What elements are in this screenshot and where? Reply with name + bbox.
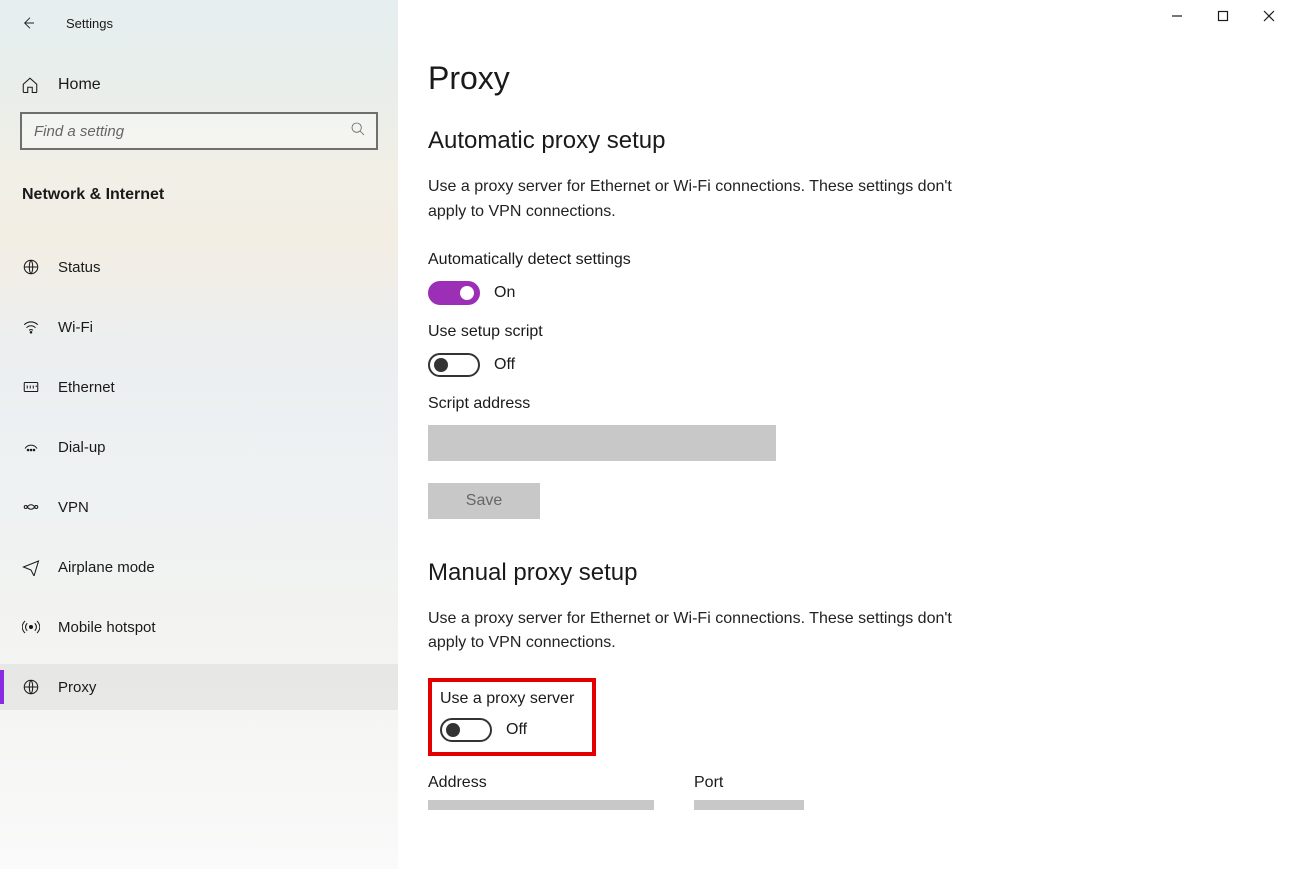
sidebar-item-label: Ethernet (58, 379, 115, 396)
minimize-button[interactable] (1154, 0, 1200, 32)
window-controls (1154, 0, 1292, 32)
sidebar-item-hotspot[interactable]: Mobile hotspot (0, 604, 398, 650)
sidebar-item-label: VPN (58, 499, 89, 516)
proxy-icon (20, 678, 42, 696)
manual-address-row: Address Port (428, 774, 1292, 810)
sidebar-item-label: Airplane mode (58, 559, 155, 576)
manual-address-input[interactable] (428, 800, 654, 810)
sidebar-item-status[interactable]: Status (0, 244, 398, 290)
sidebar-category: Network & Internet (0, 186, 398, 204)
setup-script-toggle-row: Off (428, 353, 1292, 377)
main-content: Proxy Automatic proxy setup Use a proxy … (398, 0, 1292, 869)
close-button[interactable] (1246, 0, 1292, 32)
page-title: Proxy (428, 60, 1292, 97)
sidebar-item-ethernet[interactable]: Ethernet (0, 364, 398, 410)
ethernet-icon (20, 378, 42, 396)
auto-detect-toggle[interactable] (428, 281, 480, 305)
back-button[interactable] (12, 7, 44, 39)
home-label: Home (58, 76, 101, 94)
maximize-button[interactable] (1200, 0, 1246, 32)
setup-script-toggle[interactable] (428, 353, 480, 377)
app-title: Settings (66, 16, 113, 31)
save-button: Save (428, 483, 540, 519)
auto-detect-toggle-row: On (428, 281, 1292, 305)
sidebar-item-label: Status (58, 259, 101, 276)
sidebar-item-label: Dial-up (58, 439, 106, 456)
use-proxy-toggle-row: Off (440, 718, 580, 742)
sidebar-item-wifi[interactable]: Wi-Fi (0, 304, 398, 350)
wifi-icon (20, 318, 42, 336)
use-proxy-state: Off (506, 721, 527, 739)
dialup-icon (20, 438, 42, 456)
manual-section-desc: Use a proxy server for Ethernet or Wi-Fi… (428, 607, 968, 657)
sidebar-item-proxy[interactable]: Proxy (0, 664, 398, 710)
search-box[interactable] (20, 112, 378, 150)
highlight-annotation: Use a proxy server Off (428, 678, 596, 756)
manual-address-label: Address (428, 774, 654, 792)
sidebar: Settings Home Network & Internet Status … (0, 0, 398, 869)
use-proxy-toggle[interactable] (440, 718, 492, 742)
sidebar-item-vpn[interactable]: VPN (0, 484, 398, 530)
auto-section-heading: Automatic proxy setup (428, 127, 1292, 155)
airplane-icon (20, 558, 42, 576)
setup-script-state: Off (494, 356, 515, 374)
minimize-icon (1171, 10, 1183, 22)
sidebar-item-label: Mobile hotspot (58, 619, 156, 636)
auto-section-desc: Use a proxy server for Ethernet or Wi-Fi… (428, 175, 968, 225)
maximize-icon (1217, 10, 1229, 22)
search-input[interactable] (34, 123, 350, 140)
hotspot-icon (20, 618, 42, 636)
home-icon (20, 76, 40, 94)
search-container (0, 94, 398, 150)
titlebar: Settings (0, 0, 398, 36)
status-icon (20, 258, 42, 276)
manual-port-label: Port (694, 774, 804, 792)
setup-script-label: Use setup script (428, 323, 1292, 341)
sidebar-item-label: Proxy (58, 679, 96, 696)
sidebar-nav: Status Wi-Fi Ethernet Dial-up VPN (0, 244, 398, 724)
sidebar-home[interactable]: Home (0, 76, 398, 94)
search-icon (350, 121, 366, 142)
manual-port-input[interactable] (694, 800, 804, 810)
use-proxy-label: Use a proxy server (440, 690, 580, 708)
manual-section-heading: Manual proxy setup (428, 559, 1292, 587)
auto-detect-state: On (494, 284, 515, 302)
script-address-label: Script address (428, 395, 1292, 413)
sidebar-item-dialup[interactable]: Dial-up (0, 424, 398, 470)
arrow-left-icon (20, 15, 36, 31)
close-icon (1263, 10, 1275, 22)
vpn-icon (20, 498, 42, 516)
sidebar-item-airplane[interactable]: Airplane mode (0, 544, 398, 590)
script-address-input[interactable] (428, 425, 776, 461)
auto-detect-label: Automatically detect settings (428, 251, 1292, 269)
sidebar-item-label: Wi-Fi (58, 319, 93, 336)
